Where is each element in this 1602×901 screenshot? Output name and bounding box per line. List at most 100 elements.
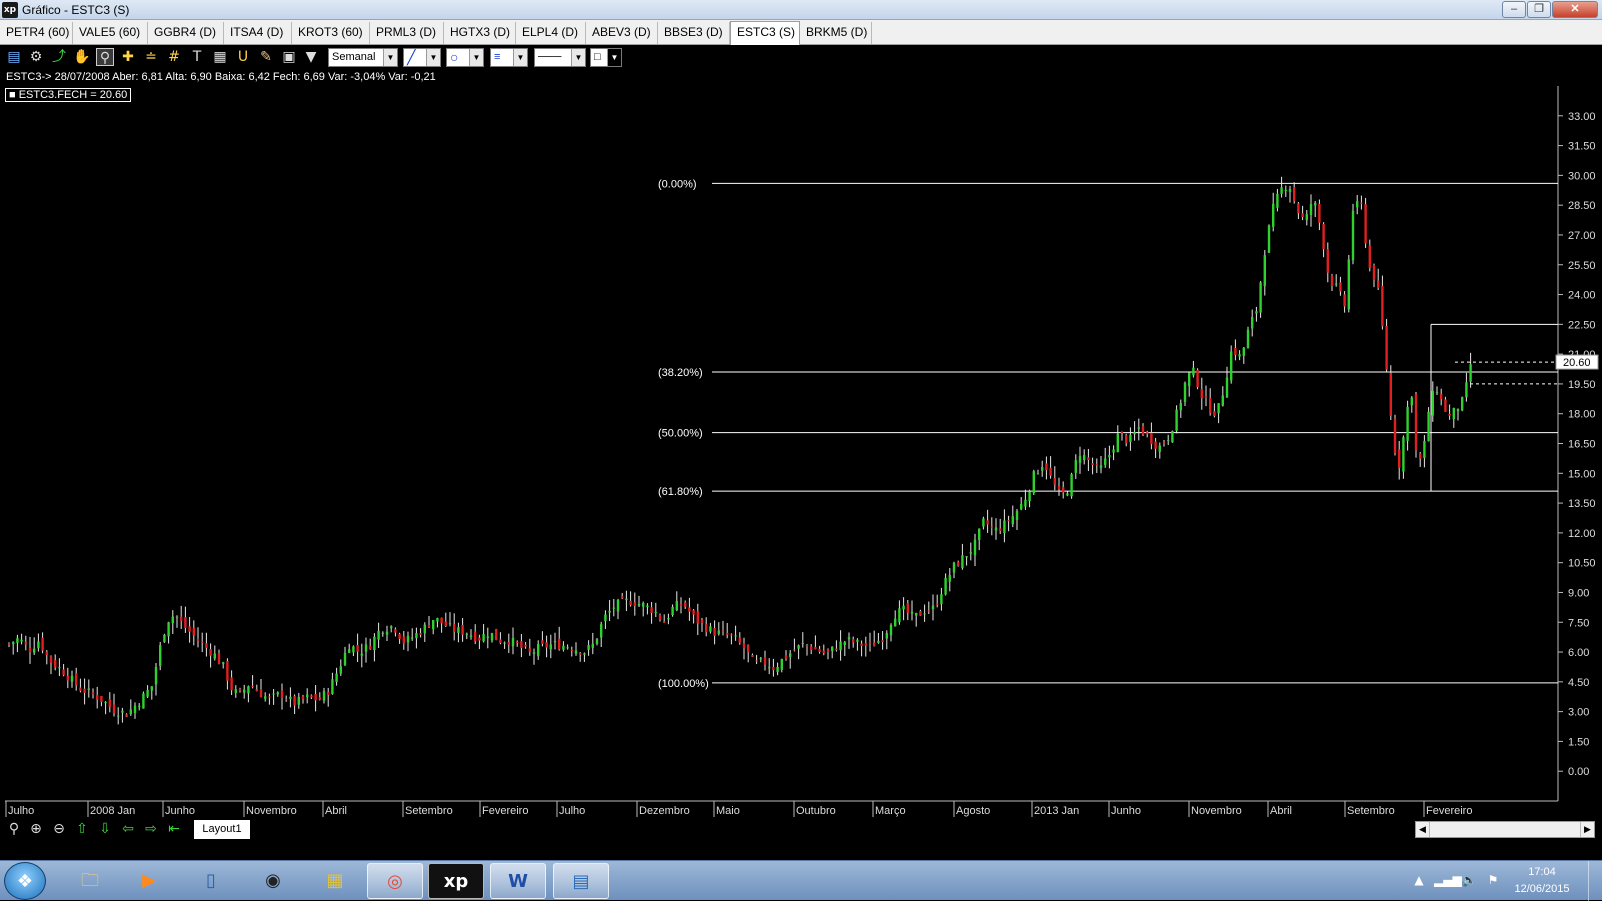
zoom-icon[interactable]: ⚲: [5, 820, 23, 838]
chevron-down-icon[interactable]: ▼: [513, 49, 527, 66]
tab-krot3-60[interactable]: KROT3 (60): [292, 22, 370, 44]
candle-up: [532, 652, 536, 654]
color-select[interactable]: □ ▼: [590, 48, 622, 67]
candle-down: [1007, 520, 1010, 522]
parallel-lines-icon[interactable]: ≐: [142, 48, 160, 66]
signal-icon[interactable]: ▂▄▆: [1434, 871, 1462, 889]
candle-up: [1011, 516, 1014, 525]
candle-down: [1297, 203, 1300, 214]
line-width-select[interactable]: ─── ▼: [534, 48, 586, 67]
candle-up: [1272, 203, 1275, 227]
minimize-icon[interactable]: –: [1502, 1, 1526, 18]
candle-up: [1456, 409, 1460, 412]
line-style-select[interactable]: ≡ ▼: [490, 48, 528, 67]
zoom-out-icon[interactable]: ⊖: [50, 820, 68, 838]
candle-down: [192, 627, 195, 636]
clipboard-icon[interactable]: ▣: [280, 48, 298, 66]
tab-brkm5-d[interactable]: BRKM5 (D): [800, 22, 872, 44]
chevron-down-icon[interactable]: ▼: [469, 49, 483, 66]
candle-down: [696, 611, 699, 624]
zoom-area-icon[interactable]: ⚲: [96, 48, 114, 66]
magnet-icon[interactable]: U: [234, 48, 252, 66]
tray-expand-icon[interactable]: ▲: [1410, 871, 1428, 889]
candle-down: [528, 648, 531, 652]
hand-icon[interactable]: ✋: [73, 48, 91, 66]
shape-tool-select[interactable]: ○ ▼: [446, 48, 484, 67]
candle-down: [1318, 203, 1321, 223]
scroll-left-icon[interactable]: ◀: [1416, 822, 1430, 837]
candle-up: [625, 598, 628, 601]
chevron-down-icon[interactable]: ▼: [426, 49, 440, 66]
zoom-in-icon[interactable]: ⊕: [27, 820, 45, 838]
filter-icon[interactable]: ▼: [302, 48, 320, 66]
network-icon[interactable]: ▯: [183, 863, 239, 899]
candle-down: [268, 696, 271, 698]
period-select[interactable]: Semanal ▼: [328, 48, 398, 67]
close-icon[interactable]: ✕: [1552, 1, 1598, 18]
candle-down: [1053, 477, 1056, 485]
tab-bbse3-d[interactable]: BBSE3 (D): [658, 22, 730, 44]
tab-petr4-60[interactable]: PETR4 (60): [0, 22, 73, 44]
photos-icon[interactable]: ▤: [553, 863, 609, 899]
chart-icon[interactable]: ▤: [5, 48, 23, 66]
flag-icon[interactable]: ⚑: [1484, 871, 1502, 889]
candle-down: [251, 685, 254, 688]
candle-down: [1393, 418, 1397, 453]
tab-abev3-d[interactable]: ABEV3 (D): [586, 22, 658, 44]
chevron-down-icon[interactable]: ▼: [383, 49, 397, 66]
xp-icon[interactable]: xp: [428, 863, 484, 899]
crosshair-icon[interactable]: ✚: [119, 48, 137, 66]
scanner-icon[interactable]: ▦: [307, 863, 363, 899]
chevron-down-icon[interactable]: ▼: [571, 49, 585, 66]
word-icon[interactable]: W: [490, 863, 546, 899]
symbol-tab-bar: PETR4 (60) VALE5 (60) GGBR4 (D) ITSA4 (D) KR…: [0, 20, 1602, 45]
folder-icon[interactable]: 🗀: [62, 863, 118, 899]
tab-ggbr4-d[interactable]: GGBR4 (D): [148, 22, 224, 44]
start-button[interactable]: ❖: [4, 862, 46, 900]
arrow-right-icon[interactable]: ⇨: [142, 820, 160, 838]
tab-vale5-60[interactable]: VALE5 (60): [73, 22, 148, 44]
arrow-up-icon[interactable]: ⇧: [73, 820, 91, 838]
candle-down: [1150, 432, 1153, 445]
candle-up: [1238, 354, 1241, 357]
tab-itsa4-d[interactable]: ITSA4 (D): [224, 22, 292, 44]
candle-down: [285, 699, 288, 701]
candle-up: [797, 645, 800, 649]
calculator-icon[interactable]: ▦: [211, 48, 229, 66]
clock-time[interactable]: 17:04: [1516, 866, 1568, 878]
gear-icon[interactable]: ⚙: [27, 48, 45, 66]
candle-down: [314, 694, 317, 701]
arrow-down-icon[interactable]: ⇩: [96, 820, 114, 838]
fib-label: (50.00%): [658, 428, 703, 440]
line-tool-select[interactable]: ╱ ▼: [403, 48, 441, 67]
show-desktop-button[interactable]: [1588, 861, 1602, 901]
arrow-back-icon[interactable]: ⇤: [165, 820, 183, 838]
candle-up: [549, 644, 552, 650]
media-player-icon[interactable]: ▶: [121, 863, 177, 899]
tab-estc3-s[interactable]: ESTC3 (S): [730, 21, 800, 45]
tab-prml3-d[interactable]: PRML3 (D): [370, 22, 444, 44]
brush-icon[interactable]: ✎: [257, 48, 275, 66]
candle-down: [1141, 426, 1145, 435]
candle-down: [881, 640, 884, 643]
maximize-icon[interactable]: ❐: [1527, 1, 1551, 18]
chevron-down-icon[interactable]: ▼: [607, 49, 621, 66]
clock-date[interactable]: 12/06/2015: [1510, 883, 1574, 895]
draw-icon[interactable]: ⤴: [50, 48, 68, 66]
scroll-right-icon[interactable]: ▶: [1580, 822, 1594, 837]
candle-down: [747, 644, 750, 653]
layout-tab[interactable]: Layout1: [194, 820, 250, 839]
volume-icon[interactable]: 🔈: [1460, 871, 1478, 889]
arrow-left-icon[interactable]: ⇦: [119, 820, 137, 838]
candle-down: [520, 640, 523, 648]
grid-icon[interactable]: #: [165, 48, 183, 66]
text-icon[interactable]: T: [188, 48, 206, 66]
tab-hgtx3-d[interactable]: HGTX3 (D): [444, 22, 516, 44]
candle-up: [709, 626, 712, 632]
tab-elpl4-d[interactable]: ELPL4 (D): [516, 22, 586, 44]
hp-icon[interactable]: ◉: [245, 863, 301, 899]
chrome-icon[interactable]: ◎: [367, 863, 423, 899]
price-chart[interactable]: 33.00 31.50 30.00 28.50 27.00 25.50 24.00 22.50…: [0, 68, 1602, 818]
candle-down: [835, 648, 838, 651]
horizontal-scrollbar[interactable]: ◀ ▶: [1415, 821, 1595, 838]
